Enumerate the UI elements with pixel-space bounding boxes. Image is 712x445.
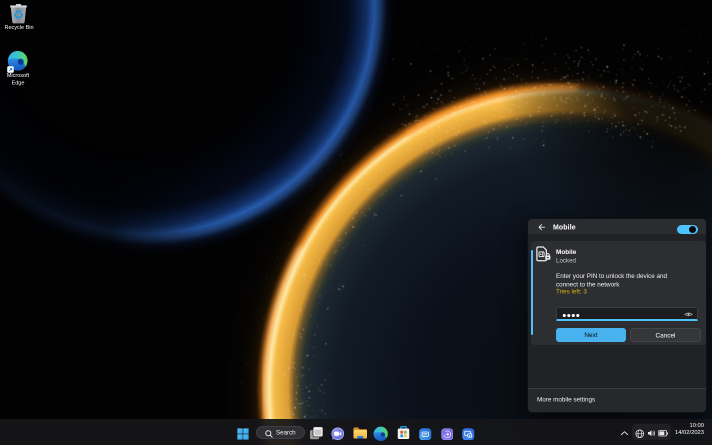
svg-text:♻: ♻ xyxy=(13,8,24,22)
